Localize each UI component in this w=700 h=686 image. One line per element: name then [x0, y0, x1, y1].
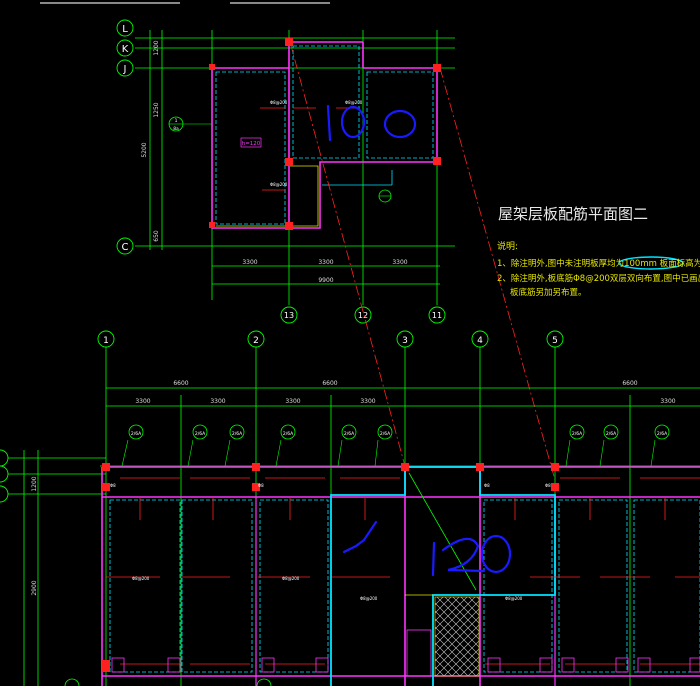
callout-label: 2/6A — [380, 431, 391, 437]
callout-label: 2/6A — [131, 431, 142, 437]
dim-text: 3300 — [242, 259, 257, 266]
axis-label-1: 1 — [103, 336, 109, 346]
note-2-continued: 板底筋另加另布置。 — [510, 288, 587, 298]
dim-text: 3300 — [318, 259, 333, 266]
rebar-label: Φ8@200 — [270, 182, 288, 187]
dim-text: 3300 — [285, 398, 300, 405]
rebar-label: Φ8@200 — [345, 100, 363, 105]
svg-text:Φ8@200: Φ8@200 — [505, 596, 523, 601]
dim-text: 6600 — [322, 380, 337, 387]
dim-text: 6600 — [622, 380, 637, 387]
drawing-title: 屋架层板配筋平面图二 — [498, 205, 649, 223]
dim-text: 3300 — [210, 398, 225, 405]
dim-text: 3300 — [360, 398, 375, 405]
callout-label: 2/6A — [195, 431, 206, 437]
dim-text: 1200 — [31, 476, 38, 491]
cad-drawing-canvas[interactable]: L K J C 1200 1250 5200 650 3300 3300 330… — [0, 0, 700, 686]
dim-text: 3300 — [392, 259, 407, 266]
note-2: 2、除注明外,板底筋Φ8@200双层双向布置,图中已画出的 — [497, 274, 700, 284]
callout-label: 2/6A — [657, 431, 668, 437]
svg-text:Φ8@200: Φ8@200 — [132, 576, 150, 581]
rebar-label: Φ8@200 — [270, 100, 288, 105]
callout-sheet: 8a — [173, 126, 179, 132]
axis-label-J: J — [123, 64, 127, 75]
axis-label-3: 3 — [402, 336, 408, 346]
axis-label-2: 2 — [253, 336, 259, 346]
handwritten-annotation-120 — [342, 520, 512, 577]
dim-text: 3300 — [660, 398, 675, 405]
slab-thickness-tag: h=120 — [242, 141, 261, 147]
callout-label: 2/6A — [232, 431, 243, 437]
dim-text: 3300 — [135, 398, 150, 405]
axis-label-11: 11 — [432, 311, 442, 320]
svg-text:Φ8@200: Φ8@200 — [360, 596, 378, 601]
upper-plan: L K J C 1200 1250 5200 650 3300 3300 330… — [116, 19, 455, 324]
svg-text:Φ8: Φ8 — [258, 483, 264, 488]
axis-label-5: 5 — [552, 336, 558, 346]
svg-text:Φ8: Φ8 — [110, 483, 116, 488]
lower-plan: 1 2 3 4 5 6600 6600 6600 3300 3300 3300 … — [0, 330, 700, 686]
callout-label: 2/6A — [283, 431, 294, 437]
note-1: 1、除注明外,图中未注明板厚均为100mm 板面标高为5.900 — [497, 259, 700, 269]
axis-label-C: C — [122, 242, 129, 253]
axis-label-K: K — [122, 44, 129, 55]
callout-label: 2/6A — [606, 431, 617, 437]
dim-text: 6600 — [173, 380, 188, 387]
dim-text: 5200 — [141, 142, 148, 157]
dim-text: 1200 — [153, 40, 160, 55]
dim-text: 650 — [153, 230, 160, 242]
axis-label-L: L — [122, 24, 128, 35]
callout-label: 2/6A — [344, 431, 355, 437]
svg-text:Φ8@200: Φ8@200 — [282, 576, 300, 581]
notes-heading: 说明: — [497, 242, 519, 252]
svg-text:Φ8: Φ8 — [484, 483, 490, 488]
axis-label-4: 4 — [477, 336, 483, 346]
dim-text: 1250 — [153, 102, 160, 117]
axis-label-13: 13 — [284, 311, 294, 320]
callout-number: 1 — [175, 118, 178, 124]
callout-label: 2/6A — [572, 431, 583, 437]
handwritten-annotation-100 — [326, 104, 417, 142]
svg-text:Φ8: Φ8 — [545, 483, 551, 488]
axis-label-12: 12 — [358, 311, 368, 320]
dim-text: 2900 — [31, 580, 38, 595]
dim-text: 9900 — [318, 277, 333, 284]
